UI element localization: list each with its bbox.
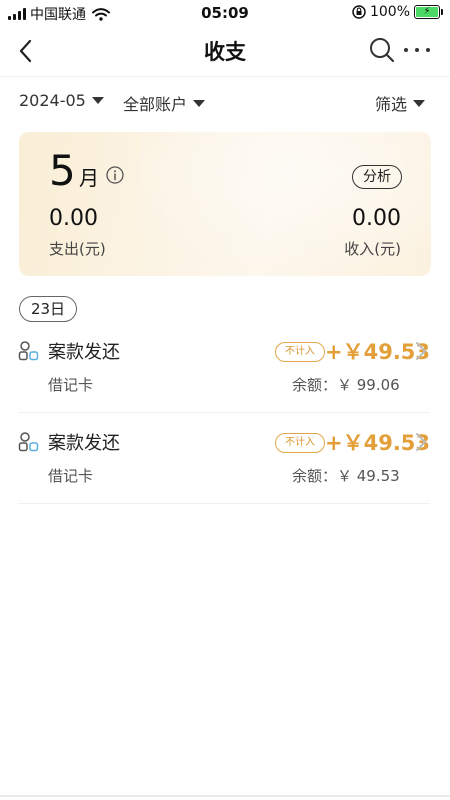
row-divider [18,412,430,413]
caret-down-icon [91,97,104,104]
expense-label: 支出(元) [49,240,106,258]
month-summary-card: 5 月 分析 0.00 支出(元) 0.00 收入(元) [19,132,431,276]
search-icon[interactable] [368,36,396,64]
date-group-chip: 23日 [19,296,77,322]
exclude-badge: 不计入 [275,342,325,362]
transaction-title: 案款发还 [48,433,120,454]
transaction-category-icon [18,341,39,361]
more-icon[interactable] [402,38,432,62]
transaction-balance: 余额：￥ 99.06 [292,376,400,394]
transaction-row[interactable]: 案款发还 借记卡 不计入 +￥49.53 余额：￥ 99.06 [0,330,450,420]
status-right: 100% ⚡ [352,4,443,20]
transaction-balance: 余额：￥ 49.53 [292,467,400,485]
account-selector-label: 全部账户 [123,95,188,114]
income-label: 收入(元) [344,240,401,258]
caret-down-icon [413,99,426,107]
status-bar: 中国联通 05:09 100% ⚡ [0,0,450,26]
bottom-divider [0,795,450,797]
lock-rotation-icon [352,5,366,19]
account-selector[interactable]: 全部账户 [123,91,206,115]
transaction-account: 借记卡 [48,467,94,485]
battery-charging-icon: ⚡ [414,5,443,19]
expense-amount: 0.00 [49,206,98,231]
row-divider [18,503,430,504]
filter-bar: 2024-05 全部账户 筛选 [0,88,450,116]
filter-button[interactable]: 筛选 [375,91,426,115]
battery-percent: 100% [369,4,410,20]
nav-bar: 收支 [0,26,450,76]
month-selector[interactable]: 2024-05 [19,91,104,110]
month-unit: 月 [79,166,99,190]
transaction-title: 案款发还 [48,342,120,363]
income-amount: 0.00 [352,206,401,231]
nav-divider [0,76,450,77]
chevron-right-icon [416,342,426,360]
filter-button-label: 筛选 [375,95,408,114]
chevron-right-icon [416,433,426,451]
transaction-row[interactable]: 案款发还 借记卡 不计入 +￥49.53 余额：￥ 49.53 [0,421,450,511]
info-icon[interactable] [106,166,124,184]
month-number: 5 [49,146,76,195]
exclude-badge: 不计入 [275,433,325,453]
transaction-category-icon [18,432,39,452]
caret-down-icon [193,99,206,107]
month-selector-label: 2024-05 [19,91,86,110]
transaction-account: 借记卡 [48,376,94,394]
analyze-button[interactable]: 分析 [352,165,402,189]
